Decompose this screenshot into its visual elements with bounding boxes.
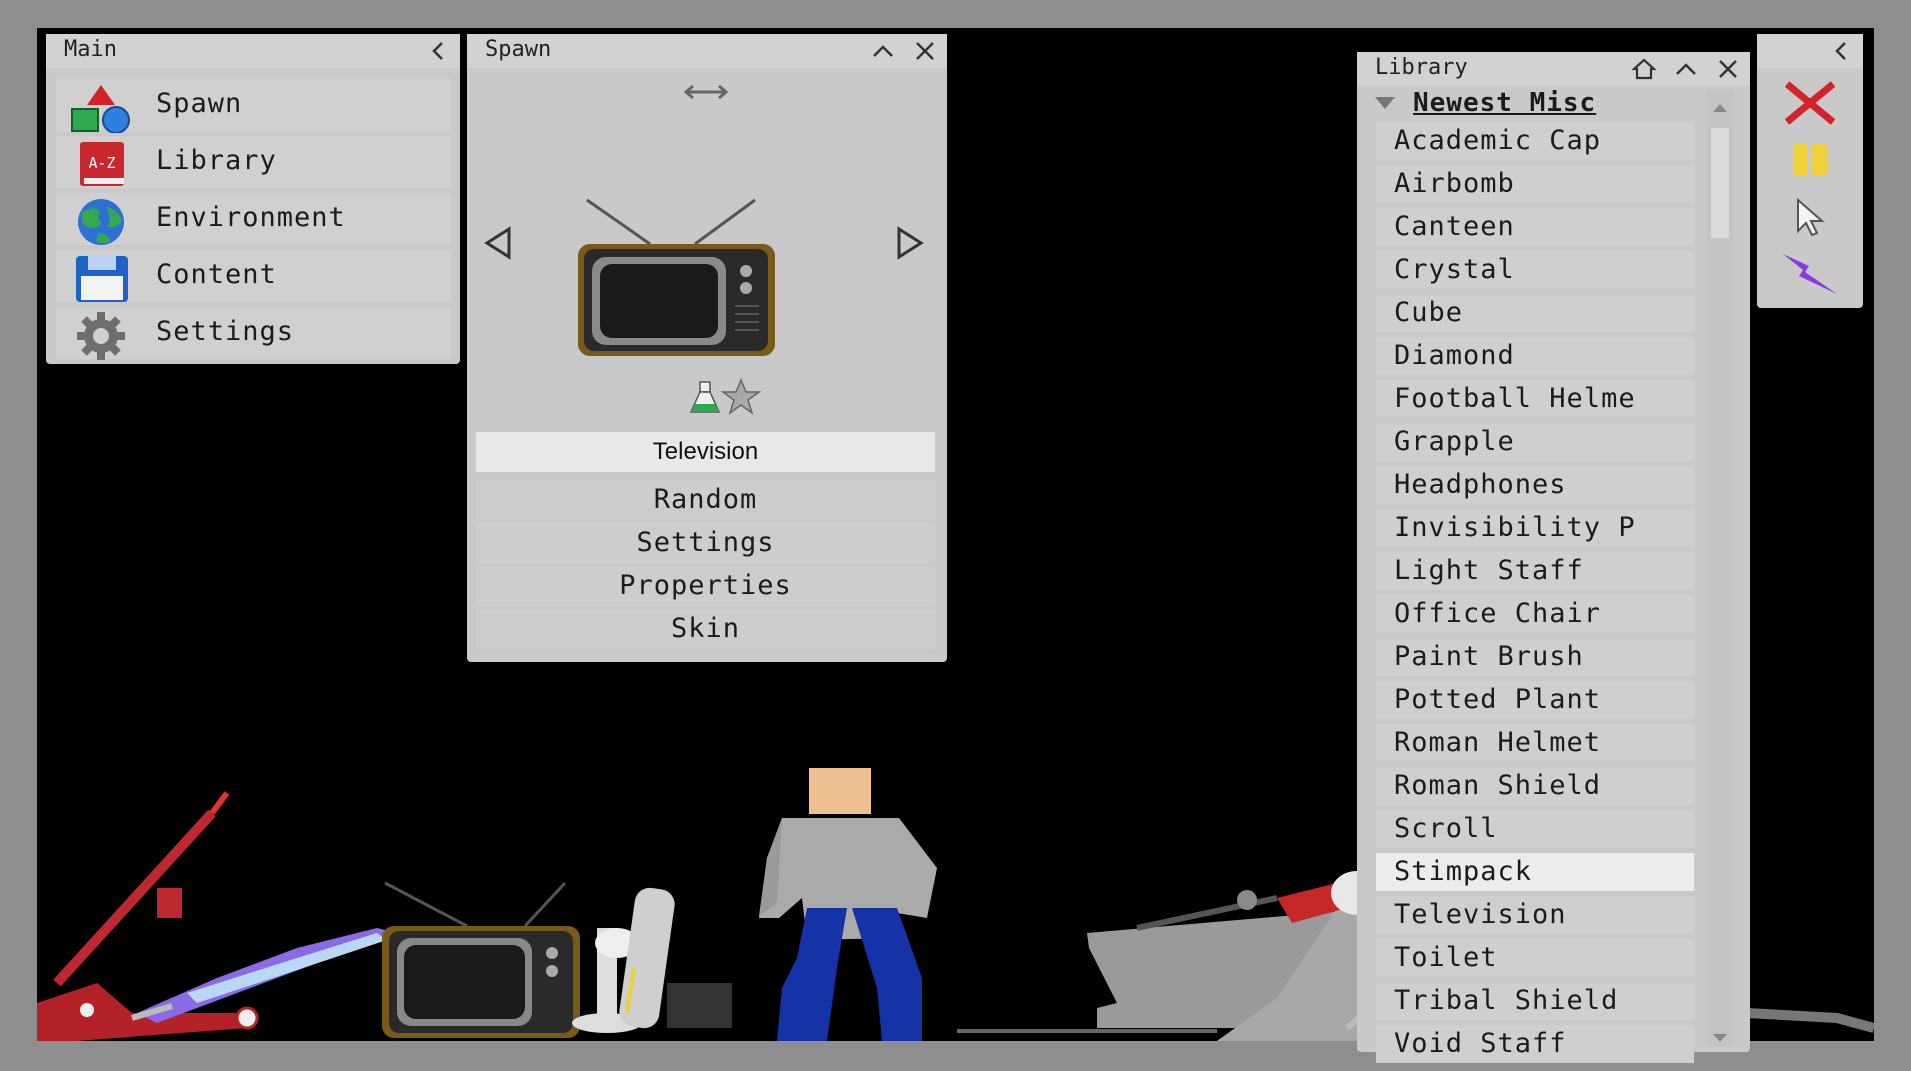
settings-button[interactable]: Settings xyxy=(476,523,935,563)
dark-box-object[interactable] xyxy=(667,983,732,1028)
close-icon[interactable] xyxy=(1712,54,1744,84)
collapse-chevron-icon[interactable] xyxy=(422,36,454,66)
favorite-star-icon[interactable] xyxy=(720,378,762,420)
main-item-label: Library xyxy=(156,145,277,176)
spawn-panel-titlebar[interactable]: Spawn xyxy=(467,34,947,68)
list-item[interactable]: Diamond xyxy=(1376,337,1694,375)
floppy-disk-icon xyxy=(68,254,134,302)
list-item[interactable]: Football Helme xyxy=(1376,380,1694,418)
selected-item-name: Television xyxy=(476,432,935,472)
main-item-spawn[interactable]: Spawn xyxy=(56,79,451,134)
expand-triangle-icon[interactable] xyxy=(1373,94,1397,116)
human-ragdoll[interactable] xyxy=(759,768,937,1041)
scroll-up-icon[interactable] xyxy=(1712,98,1728,117)
scrollbar-track[interactable] xyxy=(1707,92,1733,1047)
list-item[interactable]: Grapple xyxy=(1376,423,1694,461)
library-panel-title: Library xyxy=(1375,55,1468,80)
list-item[interactable]: Academic Cap xyxy=(1376,122,1694,160)
energy-sword-object[interactable] xyxy=(131,928,397,1023)
blade-object[interactable] xyxy=(1746,1008,1874,1033)
list-item[interactable]: Invisibility P xyxy=(1376,509,1694,547)
minimize-chevron-up-icon[interactable] xyxy=(1670,54,1702,84)
tools-panel xyxy=(1757,34,1863,308)
resize-horizontal-icon[interactable] xyxy=(681,82,731,106)
globe-icon xyxy=(68,197,134,245)
main-item-content[interactable]: Content xyxy=(56,250,451,302)
television-object-floor[interactable] xyxy=(382,881,580,1038)
list-item[interactable]: Television xyxy=(1376,896,1694,934)
list-item[interactable]: Scroll xyxy=(1376,810,1694,848)
properties-button[interactable]: Properties xyxy=(476,566,935,606)
library-panel: Library Newest Misc Academic Cap Airbomb… xyxy=(1357,52,1750,1063)
main-item-label: Settings xyxy=(156,316,295,347)
lightning-tool-button[interactable] xyxy=(1771,249,1849,303)
random-button[interactable]: Random xyxy=(476,480,935,520)
spawn-panel: Spawn Television Random Settings Propert… xyxy=(467,34,947,662)
main-panel-titlebar[interactable]: Main xyxy=(46,34,460,68)
desk-fan-object[interactable] xyxy=(572,886,677,1033)
minimize-chevron-up-icon[interactable] xyxy=(867,36,899,66)
main-item-library[interactable]: A-Z Library xyxy=(56,136,451,188)
main-item-label: Environment xyxy=(156,202,346,233)
gear-icon xyxy=(68,311,134,360)
list-item[interactable]: Void Staff xyxy=(1376,1025,1694,1063)
cursor-icon xyxy=(1792,197,1828,241)
main-item-label: Spawn xyxy=(156,88,243,119)
skin-button[interactable]: Skin xyxy=(476,609,935,649)
pause-button[interactable] xyxy=(1771,135,1849,189)
library-panel-titlebar[interactable]: Library xyxy=(1357,52,1750,86)
scrollbar-thumb[interactable] xyxy=(1711,128,1729,238)
main-item-label: Content xyxy=(156,259,277,290)
list-item[interactable]: Roman Shield xyxy=(1376,767,1694,805)
category-header[interactable]: Newest Misc xyxy=(1413,88,1596,118)
svg-text:A-Z: A-Z xyxy=(88,154,115,172)
shapes-icon xyxy=(68,83,134,134)
scroll-down-icon[interactable] xyxy=(1712,1028,1728,1047)
flask-icon xyxy=(689,380,721,418)
close-x-icon xyxy=(1781,78,1839,132)
collapse-chevron-icon[interactable] xyxy=(1825,36,1857,66)
television-preview-icon xyxy=(575,164,775,368)
list-item[interactable]: Airbomb xyxy=(1376,165,1694,203)
library-item-list[interactable]: Academic Cap Airbomb Canteen Crystal Cub… xyxy=(1376,122,1694,1066)
list-item[interactable]: Tribal Shield xyxy=(1376,982,1694,1020)
list-item[interactable]: Toilet xyxy=(1376,939,1694,977)
list-item[interactable]: Potted Plant xyxy=(1376,681,1694,719)
main-panel-title: Main xyxy=(64,37,117,62)
library-az-icon: A-Z xyxy=(68,140,134,186)
list-item[interactable]: Roman Helmet xyxy=(1376,724,1694,762)
previous-arrow-icon[interactable] xyxy=(483,226,513,264)
list-item[interactable]: Office Chair xyxy=(1376,595,1694,633)
list-item[interactable]: Light Staff xyxy=(1376,552,1694,590)
next-arrow-icon[interactable] xyxy=(895,226,925,264)
pause-icon xyxy=(1790,140,1830,184)
list-item-selected[interactable]: Stimpack xyxy=(1376,853,1694,891)
list-item[interactable]: Paint Brush xyxy=(1376,638,1694,676)
list-item[interactable]: Crystal xyxy=(1376,251,1694,289)
main-item-settings[interactable]: Settings xyxy=(56,307,451,360)
lightning-icon xyxy=(1779,250,1841,302)
red-guitar-object[interactable] xyxy=(37,791,259,1041)
close-icon[interactable] xyxy=(909,36,941,66)
clear-all-button[interactable] xyxy=(1771,78,1849,132)
home-icon[interactable] xyxy=(1628,54,1660,84)
main-panel: Main Spawn A-Z Library Environment Conte… xyxy=(46,34,460,364)
main-item-environment[interactable]: Environment xyxy=(56,193,451,245)
list-item[interactable]: Cube xyxy=(1376,294,1694,332)
tools-panel-titlebar[interactable] xyxy=(1757,34,1863,68)
list-item[interactable]: Headphones xyxy=(1376,466,1694,504)
list-item[interactable]: Canteen xyxy=(1376,208,1694,246)
spawn-panel-title: Spawn xyxy=(485,37,552,62)
cursor-tool-button[interactable] xyxy=(1771,192,1849,246)
